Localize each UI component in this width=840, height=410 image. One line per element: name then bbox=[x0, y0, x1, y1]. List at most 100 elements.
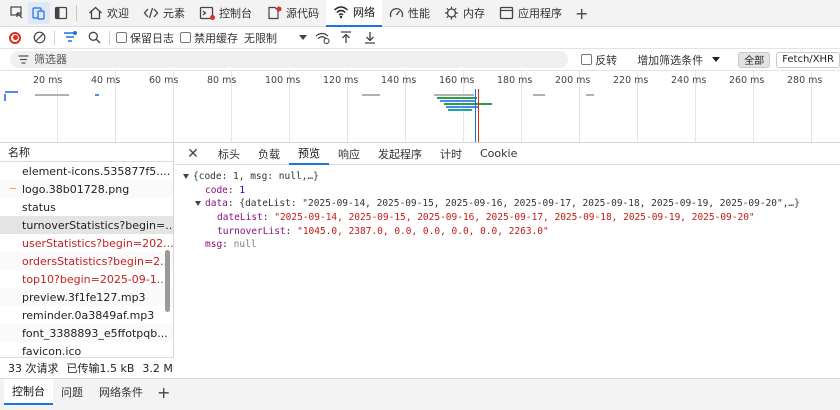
expand-triangle-icon[interactable] bbox=[183, 174, 189, 179]
turnover-key: turnoverList bbox=[217, 226, 286, 237]
request-row[interactable]: top10?begin=2025-09-1... bbox=[0, 270, 173, 288]
download-icon bbox=[365, 32, 375, 44]
close-detail-icon[interactable]: ✕ bbox=[183, 146, 203, 162]
tab-elements[interactable]: 元素 bbox=[136, 0, 192, 27]
filter-toggle-button[interactable] bbox=[61, 29, 79, 47]
detail-tab[interactable]: 预览 bbox=[289, 143, 329, 165]
detail-tab[interactable]: 响应 bbox=[329, 143, 369, 165]
timeline-tick-label: 60 ms bbox=[149, 75, 179, 86]
request-row[interactable]: turnoverStatistics?begin=... bbox=[0, 216, 173, 234]
throttling-select[interactable]: 无限制 bbox=[244, 30, 307, 46]
search-button[interactable] bbox=[85, 29, 103, 47]
preview-root-row[interactable]: {code: 1, msg: null,…} bbox=[183, 171, 319, 182]
request-row[interactable]: userStatistics?begin=202... bbox=[0, 234, 173, 252]
detail-tab[interactable]: Cookie bbox=[471, 143, 526, 165]
filter-icon bbox=[64, 31, 77, 42]
request-name: status bbox=[22, 200, 56, 214]
detail-tab[interactable]: 负载 bbox=[249, 143, 289, 165]
code-key: code bbox=[205, 185, 228, 196]
performance-icon bbox=[389, 7, 404, 18]
request-row[interactable]: ordersStatistics?begin=2... bbox=[0, 252, 173, 270]
tabstrip-divider bbox=[76, 5, 77, 21]
chevron-down-icon bbox=[712, 57, 721, 62]
timeline-tick-label: 40 ms bbox=[91, 75, 121, 86]
request-row[interactable]: element-icons.535877f5.... bbox=[0, 162, 173, 180]
request-rows: element-icons.535877f5.... logo.38b01728.… bbox=[0, 162, 173, 360]
tab-application[interactable]: 应用程序 bbox=[492, 0, 569, 27]
datelist-value: "2025-09-14, 2025-09-15, 2025-09-16, 202… bbox=[274, 212, 755, 223]
export-har-button[interactable] bbox=[361, 29, 379, 47]
tab-network[interactable]: 网络 bbox=[326, 0, 382, 27]
filter-input[interactable] bbox=[34, 53, 554, 66]
timeline-tick-label: 280 ms bbox=[787, 75, 823, 86]
waterfall-bar bbox=[437, 97, 477, 99]
filter-all-button[interactable]: 全部 bbox=[738, 51, 771, 68]
device-toolbar-icon[interactable] bbox=[28, 2, 50, 24]
timeline-tick-label: 260 ms bbox=[729, 75, 765, 86]
timeline-tick-label: 80 ms bbox=[207, 75, 237, 86]
detail-tab[interactable]: 标头 bbox=[209, 143, 249, 165]
network-conditions-button[interactable] bbox=[313, 29, 331, 47]
name-column-label: 名称 bbox=[8, 146, 30, 159]
request-row[interactable]: status bbox=[0, 198, 173, 216]
drawer-tab[interactable]: 控制台 bbox=[4, 379, 53, 405]
inspect-element-icon[interactable] bbox=[6, 2, 28, 24]
filter-fetch-xhr-button[interactable]: Fetch/XHR bbox=[776, 51, 840, 68]
preserve-log-box[interactable] bbox=[116, 32, 127, 43]
console-icon bbox=[199, 6, 215, 20]
clear-icon bbox=[33, 31, 45, 44]
clear-button[interactable] bbox=[30, 29, 48, 47]
image-type-marker-icon bbox=[10, 188, 16, 189]
request-row[interactable]: logo.38b01728.png bbox=[0, 180, 173, 198]
disable-cache-box[interactable] bbox=[180, 32, 191, 43]
tab-memory[interactable]: 内存 bbox=[437, 0, 492, 27]
more-filters-dropdown[interactable]: 增加筛选条件 bbox=[637, 52, 721, 68]
add-drawer-tab-plus-icon[interactable]: + bbox=[151, 379, 176, 405]
add-tab-plus-icon[interactable]: + bbox=[569, 4, 594, 23]
invert-box[interactable] bbox=[581, 54, 593, 65]
dock-side-icon[interactable] bbox=[50, 2, 72, 24]
name-column-header[interactable]: 名称 bbox=[0, 143, 173, 162]
import-har-button[interactable] bbox=[337, 29, 355, 47]
tab-console[interactable]: 控制台 bbox=[192, 0, 259, 27]
request-row[interactable]: font_3388893_e5ffotpqb... bbox=[0, 324, 173, 342]
invert-label: 反转 bbox=[595, 53, 618, 67]
request-row[interactable]: reminder.0a3849af.mp3 bbox=[0, 306, 173, 324]
application-icon bbox=[499, 6, 514, 20]
detail-tab[interactable]: 计时 bbox=[431, 143, 471, 165]
tab-console-label: 控制台 bbox=[219, 7, 252, 20]
waterfall-bar bbox=[362, 94, 380, 96]
tab-performance[interactable]: 性能 bbox=[382, 0, 437, 27]
tab-welcome[interactable]: 欢迎 bbox=[81, 0, 136, 27]
request-name: top10?begin=2025-09-1... bbox=[22, 272, 168, 286]
request-list-scrollbar[interactable] bbox=[165, 250, 170, 312]
expand-triangle-icon[interactable] bbox=[195, 201, 201, 206]
memory-icon bbox=[445, 6, 458, 20]
request-count: 33 次请求 bbox=[8, 362, 59, 375]
network-overview-timeline[interactable]: 20 ms 40 ms 60 ms 80 ms 100 ms 120 ms 140 ms 16… bbox=[0, 71, 840, 143]
drawer-tab[interactable]: 网络条件 bbox=[91, 379, 151, 405]
colon: : bbox=[227, 185, 240, 196]
bottom-drawer-tabs: 控制台 问题 网络条件 + bbox=[0, 378, 840, 410]
data-key: data bbox=[205, 198, 228, 209]
request-name: turnoverStatistics?begin=... bbox=[22, 218, 173, 232]
drawer-tab[interactable]: 问题 bbox=[53, 379, 91, 405]
disable-cache-checkbox[interactable]: 禁用缓存 bbox=[180, 30, 238, 46]
filter-input-wrapper[interactable] bbox=[10, 51, 569, 68]
request-row[interactable]: preview.3f1fe127.mp3 bbox=[0, 288, 173, 306]
tab-performance-label: 性能 bbox=[408, 7, 430, 20]
invert-checkbox[interactable]: 反转 bbox=[581, 52, 617, 68]
tab-memory-label: 内存 bbox=[463, 7, 485, 20]
waterfall-bar bbox=[448, 109, 472, 111]
toolbar-divider bbox=[109, 30, 110, 45]
timeline-tick-label: 100 ms bbox=[265, 75, 301, 86]
preview-data-row[interactable]: data: {dateList: "2025-09-14, 2025-09-15… bbox=[195, 198, 800, 209]
tab-sources[interactable]: 源代码 bbox=[259, 0, 326, 27]
code-value: 1 bbox=[239, 185, 246, 196]
preserve-log-checkbox[interactable]: 保留日志 bbox=[116, 30, 174, 46]
tab-application-label: 应用程序 bbox=[518, 7, 562, 20]
detail-tab[interactable]: 发起程序 bbox=[369, 143, 431, 165]
record-button[interactable] bbox=[6, 29, 24, 47]
tab-network-label: 网络 bbox=[353, 6, 375, 19]
datelist-key: dateList bbox=[217, 212, 263, 223]
